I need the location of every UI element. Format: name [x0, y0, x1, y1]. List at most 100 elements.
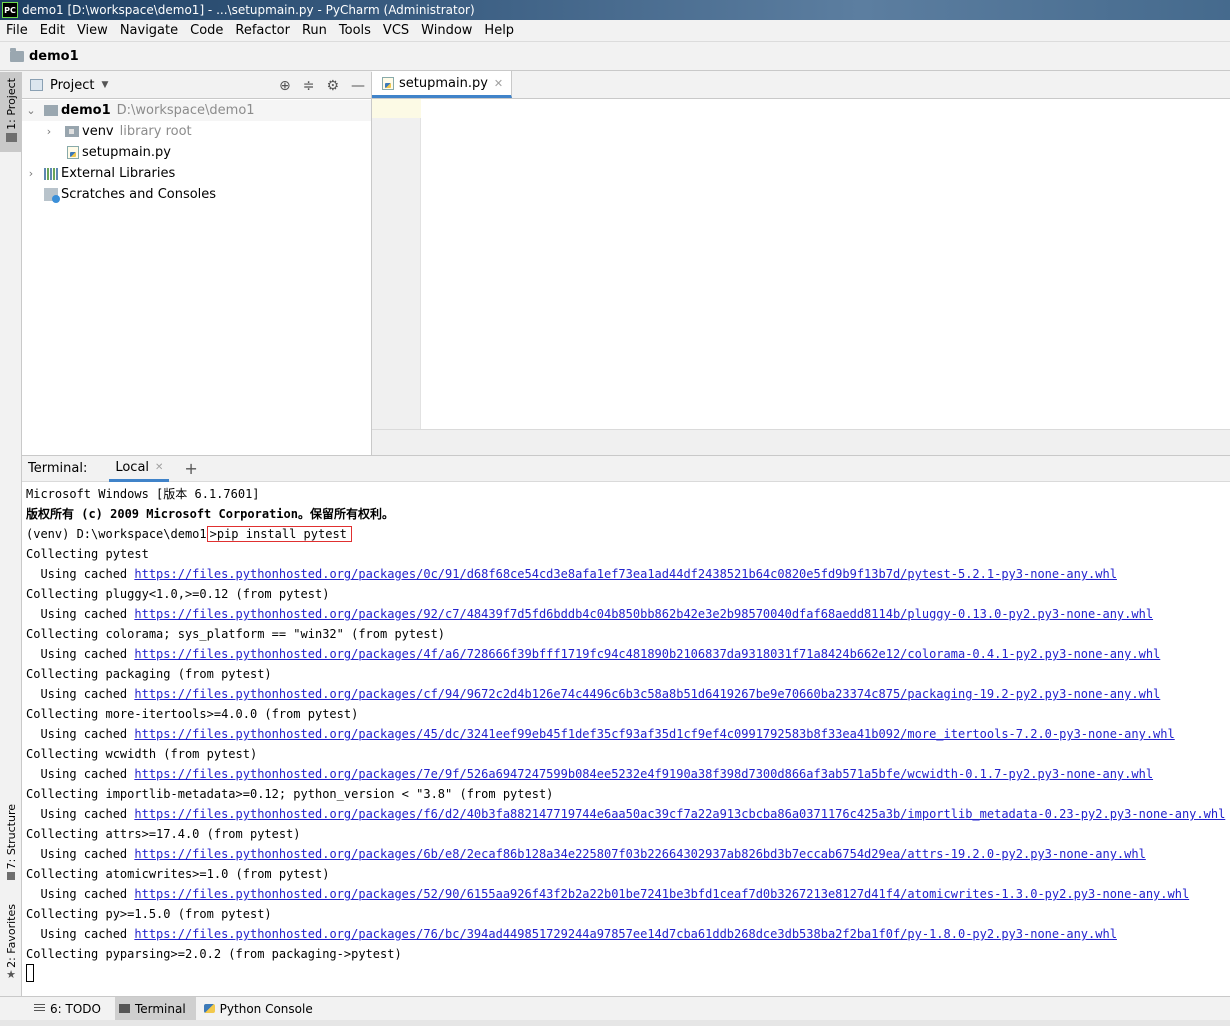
- terminal-line: Using cached https://files.pythonhosted.…: [26, 764, 1153, 784]
- todo-tool-button[interactable]: 6: TODO: [30, 997, 111, 1021]
- project-tool-button[interactable]: 1: Project: [0, 72, 22, 152]
- structure-tool-label: 7: Structure: [4, 804, 18, 870]
- library-folder-icon: [65, 126, 79, 137]
- package-link[interactable]: https://files.pythonhosted.org/packages/…: [134, 647, 1160, 661]
- tree-item-demo1[interactable]: ⌄ demo1 D:\workspace\demo1: [22, 100, 371, 121]
- python-console-button[interactable]: Python Console: [200, 997, 323, 1021]
- menu-code[interactable]: Code: [184, 23, 229, 38]
- terminal-line: 版权所有 (c) 2009 Microsoft Corporation。保留所有…: [26, 507, 394, 521]
- project-view-title[interactable]: Project: [50, 78, 94, 93]
- terminal-cursor: [26, 963, 34, 982]
- collapse-all-icon[interactable]: ≑: [303, 78, 315, 94]
- tree-item-label: Scratches and Consoles: [61, 187, 217, 202]
- terminal-tool-label: Terminal: [134, 1001, 186, 1016]
- close-icon[interactable]: ✕: [155, 462, 163, 473]
- terminal-output[interactable]: Microsoft Windows [版本 6.1.7601] 版权所有 (c)…: [22, 482, 1230, 996]
- structure-tool-button[interactable]: 7: Structure: [0, 804, 22, 886]
- navigation-bar: demo1: [0, 42, 1230, 71]
- gear-icon[interactable]: ⚙: [326, 78, 339, 94]
- project-header-tools: ⊕ ≑ ⚙ —: [279, 72, 365, 99]
- close-icon[interactable]: ✕: [494, 77, 503, 90]
- terminal-text: Using cached: [26, 847, 135, 861]
- terminal-line: Collecting wcwidth (from pytest): [26, 747, 258, 761]
- package-link[interactable]: https://files.pythonhosted.org/packages/…: [134, 887, 1189, 901]
- tree-item-label: setupmain.py: [82, 145, 171, 160]
- python-file-icon: [382, 76, 394, 90]
- tree-item-scratches[interactable]: Scratches and Consoles: [22, 184, 371, 205]
- terminal-text: Using cached: [26, 687, 135, 701]
- package-link[interactable]: https://files.pythonhosted.org/packages/…: [134, 767, 1153, 781]
- menu-file[interactable]: File: [0, 23, 34, 38]
- favorites-tool-label: 2: Favorites: [4, 904, 18, 968]
- libraries-icon: [44, 167, 58, 180]
- code-editor[interactable]: [421, 99, 1230, 118]
- folder-icon: [44, 105, 58, 116]
- package-link[interactable]: https://files.pythonhosted.org/packages/…: [134, 727, 1174, 741]
- menu-edit[interactable]: Edit: [34, 23, 71, 38]
- terminal-line: Using cached https://files.pythonhosted.…: [26, 684, 1160, 704]
- tree-item-venv[interactable]: › venv library root: [22, 121, 371, 142]
- menu-refactor[interactable]: Refactor: [229, 23, 296, 38]
- editor-tabs: setupmain.py ✕: [372, 71, 1230, 99]
- terminal-text: Using cached: [26, 727, 135, 741]
- todo-label: 6: TODO: [50, 1001, 101, 1016]
- structure-icon: [7, 872, 15, 881]
- project-view-icon: [30, 79, 43, 91]
- package-link[interactable]: https://files.pythonhosted.org/packages/…: [134, 847, 1145, 861]
- terminal-text: Using cached: [26, 767, 135, 781]
- terminal-tab-label: Local: [115, 459, 150, 475]
- terminal-line: Using cached https://files.pythonhosted.…: [26, 844, 1145, 864]
- chevron-right-icon[interactable]: ›: [24, 167, 38, 180]
- chevron-right-icon[interactable]: ›: [42, 125, 56, 138]
- package-link[interactable]: https://files.pythonhosted.org/packages/…: [134, 567, 1117, 581]
- hide-icon[interactable]: —: [351, 78, 365, 94]
- menu-bar: File Edit View Navigate Code Refactor Ru…: [0, 20, 1230, 42]
- title-bar: PC demo1 [D:\workspace\demo1] - ...\setu…: [0, 0, 1230, 20]
- editor-tab-setupmain[interactable]: setupmain.py ✕: [372, 71, 513, 98]
- menu-help[interactable]: Help: [478, 23, 520, 38]
- terminal-icon: [118, 1004, 130, 1013]
- new-session-button[interactable]: +: [184, 459, 197, 478]
- terminal-text: Using cached: [26, 807, 135, 821]
- package-link[interactable]: https://files.pythonhosted.org/packages/…: [134, 607, 1153, 621]
- star-icon: ★: [6, 967, 16, 981]
- project-panel-header: Project ▼ ⊕ ≑ ⚙ —: [22, 72, 371, 99]
- menu-tools[interactable]: Tools: [333, 23, 377, 38]
- menu-navigate[interactable]: Navigate: [114, 23, 184, 38]
- terminal-line: Collecting attrs>=17.4.0 (from pytest): [26, 827, 301, 841]
- current-line-gutter: [372, 99, 421, 118]
- terminal-tool-button[interactable]: Terminal: [114, 996, 196, 1021]
- terminal-line: Using cached https://files.pythonhosted.…: [26, 924, 1117, 944]
- terminal-line: Collecting atomicwrites>=1.0 (from pytes…: [26, 867, 330, 881]
- menu-view[interactable]: View: [71, 23, 114, 38]
- terminal-cursor-line: [26, 962, 34, 982]
- python-console-label: Python Console: [219, 1001, 313, 1016]
- menu-vcs[interactable]: VCS: [377, 23, 415, 38]
- tree-item-label: demo1: [61, 103, 111, 118]
- tree-item-setupmain[interactable]: setupmain.py: [22, 142, 371, 163]
- package-link[interactable]: https://files.pythonhosted.org/packages/…: [134, 687, 1160, 701]
- project-tool-icon: [5, 132, 17, 142]
- favorites-tool-button[interactable]: 2: Favorites ★: [0, 904, 22, 988]
- terminal-line: Collecting colorama; sys_platform == "wi…: [26, 627, 446, 641]
- bottom-tool-bar: 6: TODO Terminal Python Console: [0, 996, 1230, 1021]
- window-bottom-edge: [0, 1020, 1230, 1026]
- tree-item-external-libraries[interactable]: › External Libraries: [22, 163, 371, 184]
- terminal-text: Using cached: [26, 567, 135, 581]
- terminal-tab-local[interactable]: Local ✕: [109, 455, 170, 482]
- terminal-line: (venv) D:\workspace\demo1 >pip install py…: [26, 524, 352, 544]
- terminal-text: Using cached: [26, 647, 135, 661]
- menu-window[interactable]: Window: [415, 23, 478, 38]
- chevron-down-icon[interactable]: ⌄: [24, 104, 38, 117]
- left-tool-stripe: 1: Project 7: Structure 2: Favorites ★: [0, 72, 22, 996]
- chevron-down-icon[interactable]: ▼: [101, 80, 108, 90]
- breadcrumb-project[interactable]: demo1: [29, 49, 79, 64]
- project-tool-label: 1: Project: [4, 78, 18, 130]
- tree-item-label: External Libraries: [61, 166, 176, 181]
- package-link[interactable]: https://files.pythonhosted.org/packages/…: [134, 807, 1225, 821]
- terminal-text: Using cached: [26, 607, 135, 621]
- menu-run[interactable]: Run: [296, 23, 333, 38]
- locate-icon[interactable]: ⊕: [279, 78, 291, 94]
- horizontal-scrollbar[interactable]: [372, 429, 1230, 455]
- package-link[interactable]: https://files.pythonhosted.org/packages/…: [134, 927, 1117, 941]
